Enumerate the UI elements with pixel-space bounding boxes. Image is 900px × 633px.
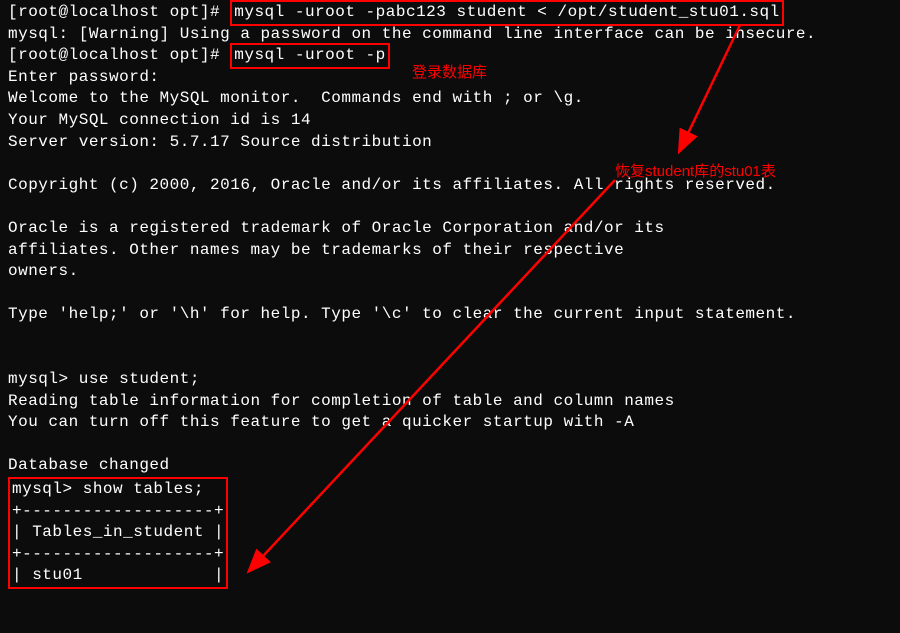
trademark-1: Oracle is a registered trademark of Orac… [8,218,892,240]
blank-line [8,348,892,370]
trademark-3: owners. [8,261,892,283]
mysql-warning: mysql: [Warning] Using a password on the… [8,24,892,46]
trademark-2: affiliates. Other names may be trademark… [8,240,892,262]
blank-line [8,196,892,218]
table-header: | Tables_in_student | [12,522,224,544]
blank-line [8,434,892,456]
turn-off-hint: You can turn off this feature to get a q… [8,412,892,434]
annotation-login-db: 登录数据库 [412,63,487,83]
blank-line [8,326,892,348]
shell-prompt: [root@localhost opt]# [8,3,230,21]
highlight-login-command: mysql -uroot -p [230,43,390,69]
table-row-stu01: | stu01 | [12,565,224,587]
mysql-prompt: mysql> [12,480,83,498]
blank-line [8,283,892,305]
highlight-show-tables-block: mysql> show tables; +-------------------… [8,477,228,589]
welcome-monitor: Welcome to the MySQL monitor. Commands e… [8,88,892,110]
mysql-show-tables: mysql> show tables; [12,479,224,501]
server-version: Server version: 5.7.17 Source distributi… [8,132,892,154]
show-tables-cmd: show tables; [83,480,204,498]
table-border-mid: +-------------------+ [12,544,224,566]
table-border-top: +-------------------+ [12,501,224,523]
highlight-import-command: mysql -uroot -pabc123 student < /opt/stu… [230,0,783,26]
help-line: Type 'help;' or '\h' for help. Type '\c'… [8,304,892,326]
annotation-restore-table: 恢复student库的stu01表 [615,162,776,182]
database-changed: Database changed [8,455,892,477]
mysql-use-student: mysql> use student; [8,369,892,391]
reading-table-info: Reading table information for completion… [8,391,892,413]
shell-line-import: [root@localhost opt]# mysql -uroot -pabc… [8,2,892,24]
use-student-cmd: use student; [79,370,200,388]
connection-id: Your MySQL connection id is 14 [8,110,892,132]
shell-prompt: [root@localhost opt]# [8,46,230,64]
mysql-prompt: mysql> [8,370,79,388]
